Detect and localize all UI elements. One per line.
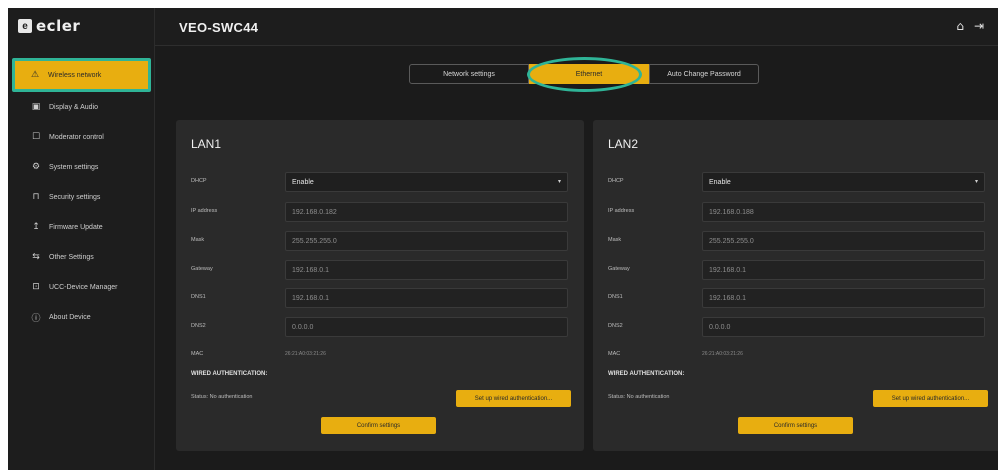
lan2-ip-row: IP address 192.168.0.188 <box>608 202 988 222</box>
sidebar-nav: ⚠ Wireless network ▣ Display & Audio ☐ M… <box>8 58 155 332</box>
lan1-ip-address-field[interactable]: 192.168.0.182 <box>285 202 568 222</box>
page-title: VEO-SWC44 <box>179 20 259 35</box>
mac-label: MAC <box>608 351 621 357</box>
sidebar-item-label: Other Settings <box>49 253 94 261</box>
lan1-dns1-row: DNS1 192.168.0.1 <box>191 288 571 308</box>
ip-address-label: IP address <box>608 208 635 214</box>
dhcp-label: DHCP <box>608 178 624 184</box>
sidebar-item-wireless-network[interactable]: ⚠ Wireless network <box>12 58 151 92</box>
lan1-dhcp-row: DHCP Enable ▾ <box>191 172 571 192</box>
dns2-label: DNS2 <box>608 323 623 329</box>
tab-network-settings[interactable]: Network settings <box>409 64 529 84</box>
sidebar-item-label: System settings <box>49 163 99 171</box>
lan1-mask-row: Mask 255.255.255.0 <box>191 231 571 251</box>
info-icon: ⓘ <box>31 313 41 324</box>
sidebar-item-display-audio[interactable]: ▣ Display & Audio <box>8 92 155 122</box>
lan2-ip-address-field[interactable]: 192.168.0.188 <box>702 202 985 222</box>
lan2-mac-row: MAC 26:21:A0:03:21:26 <box>608 345 988 365</box>
chevron-down-icon: ▾ <box>974 178 978 185</box>
lan1-mac-row: MAC 26:21:A0:03:21:26 <box>191 345 571 365</box>
lan2-title: LAN2 <box>608 137 639 151</box>
lan2-setup-wired-auth-button[interactable]: Set up wired authentication... <box>873 390 988 407</box>
wired-authentication-title: WIRED AUTHENTICATION: <box>608 371 685 377</box>
lan2-dns1-field[interactable]: 192.168.0.1 <box>702 288 985 308</box>
app-window: e ecler ⚠ Wireless network ▣ Display & A… <box>8 8 998 470</box>
mask-label: Mask <box>608 237 622 243</box>
lock-icon: ⊓ <box>32 192 40 202</box>
lan1-title: LAN1 <box>191 137 222 151</box>
lan2-confirm-settings-button[interactable]: Confirm settings <box>738 417 853 434</box>
lan2-dhcp-row: DHCP Enable ▾ <box>608 172 988 192</box>
wifi-icon: ⚠ <box>30 70 40 80</box>
tab-ethernet[interactable]: Ethernet <box>529 64 649 84</box>
sidebar-item-label: About Device <box>49 313 91 321</box>
ecler-logo-mark: e <box>18 19 32 33</box>
sidebar-item-label: Security settings <box>49 193 101 201</box>
lan1-confirm-settings-button[interactable]: Confirm settings <box>321 417 436 434</box>
sliders-icon: ⇆ <box>32 252 40 262</box>
sidebar-item-moderator-control[interactable]: ☐ Moderator control <box>8 122 155 152</box>
lan2-dns2-row: DNS2 0.0.0.0 <box>608 317 988 337</box>
lan1-gateway-row: Gateway 192.168.0.1 <box>191 260 571 280</box>
lan2-dhcp-select[interactable]: Enable ▾ <box>702 172 985 192</box>
sidebar-item-label: Moderator control <box>49 133 104 141</box>
lan1-dns1-field[interactable]: 192.168.0.1 <box>285 288 568 308</box>
lan2-gateway-row: Gateway 192.168.0.1 <box>608 260 988 280</box>
home-icon[interactable]: ⌂ <box>956 19 964 33</box>
lan1-setup-wired-auth-button[interactable]: Set up wired authentication... <box>456 390 571 407</box>
lan1-dhcp-select[interactable]: Enable ▾ <box>285 172 568 192</box>
dhcp-label: DHCP <box>191 178 207 184</box>
lan2-mac-value: 26:21:A0:03:21:26 <box>702 351 743 357</box>
dns1-label: DNS1 <box>608 294 623 300</box>
ecler-logo: e ecler <box>18 17 81 35</box>
dns2-label: DNS2 <box>191 323 206 329</box>
lan2-gateway-field[interactable]: 192.168.0.1 <box>702 260 985 280</box>
moderator-icon: ☐ <box>31 132 41 142</box>
lan1-panel: LAN1 DHCP Enable ▾ IP address 192.168.0.… <box>176 120 584 451</box>
gateway-label: Gateway <box>191 266 213 272</box>
ip-address-label: IP address <box>191 208 218 214</box>
lan2-dns1-row: DNS1 192.168.0.1 <box>608 288 988 308</box>
sidebar-item-label: Display & Audio <box>49 103 99 111</box>
authentication-status: Status: No authentication <box>191 394 253 400</box>
dns1-label: DNS1 <box>191 294 206 300</box>
lan2-panel: LAN2 DHCP Enable ▾ IP address 192.168.0.… <box>593 120 998 451</box>
lan1-mac-value: 26:21:A0:03:21:26 <box>285 351 326 357</box>
chevron-down-icon: ▾ <box>557 178 561 185</box>
dhcp-value: Enable <box>292 178 314 186</box>
sidebar-item-security-settings[interactable]: ⊓ Security settings <box>8 182 155 212</box>
sidebar-item-label: UCC-Device Manager <box>49 283 118 291</box>
tab-bar: Network settings Ethernet Auto Change Pa… <box>409 64 759 84</box>
lan2-mask-field[interactable]: 255.255.255.0 <box>702 231 985 251</box>
display-icon: ▣ <box>31 102 41 112</box>
lan1-ip-row: IP address 192.168.0.182 <box>191 202 571 222</box>
sidebar-item-ucc-device-manager[interactable]: ⊡ UCC-Device Manager <box>8 272 155 302</box>
gateway-label: Gateway <box>608 266 630 272</box>
top-header: VEO-SWC44 ⌂ ⇥ <box>155 8 998 46</box>
dhcp-value: Enable <box>709 178 731 186</box>
lan2-mask-row: Mask 255.255.255.0 <box>608 231 988 251</box>
gear-icon: ⚙ <box>31 162 41 172</box>
sidebar-item-system-settings[interactable]: ⚙ System settings <box>8 152 155 182</box>
sidebar-item-label: Wireless network <box>48 71 102 79</box>
mask-label: Mask <box>191 237 205 243</box>
device-manager-icon: ⊡ <box>32 282 40 292</box>
update-icon: ↥ <box>32 222 40 232</box>
sidebar-item-other-settings[interactable]: ⇆ Other Settings <box>8 242 155 272</box>
lan1-mask-field[interactable]: 255.255.255.0 <box>285 231 568 251</box>
lan1-dns2-row: DNS2 0.0.0.0 <box>191 317 571 337</box>
sidebar-item-firmware-update[interactable]: ↥ Firmware Update <box>8 212 155 242</box>
lan1-dns2-field[interactable]: 0.0.0.0 <box>285 317 568 337</box>
lan2-dns2-field[interactable]: 0.0.0.0 <box>702 317 985 337</box>
tab-auto-change-password[interactable]: Auto Change Password <box>649 64 759 84</box>
wired-authentication-title: WIRED AUTHENTICATION: <box>191 371 268 377</box>
lan1-gateway-field[interactable]: 192.168.0.1 <box>285 260 568 280</box>
authentication-status: Status: No authentication <box>608 394 670 400</box>
sidebar: e ecler ⚠ Wireless network ▣ Display & A… <box>8 8 155 470</box>
ecler-logo-text: ecler <box>36 17 81 35</box>
sidebar-item-label: Firmware Update <box>49 223 103 231</box>
sidebar-item-about-device[interactable]: ⓘ About Device <box>8 302 155 332</box>
mac-label: MAC <box>191 351 204 357</box>
logout-icon[interactable]: ⇥ <box>974 19 984 33</box>
